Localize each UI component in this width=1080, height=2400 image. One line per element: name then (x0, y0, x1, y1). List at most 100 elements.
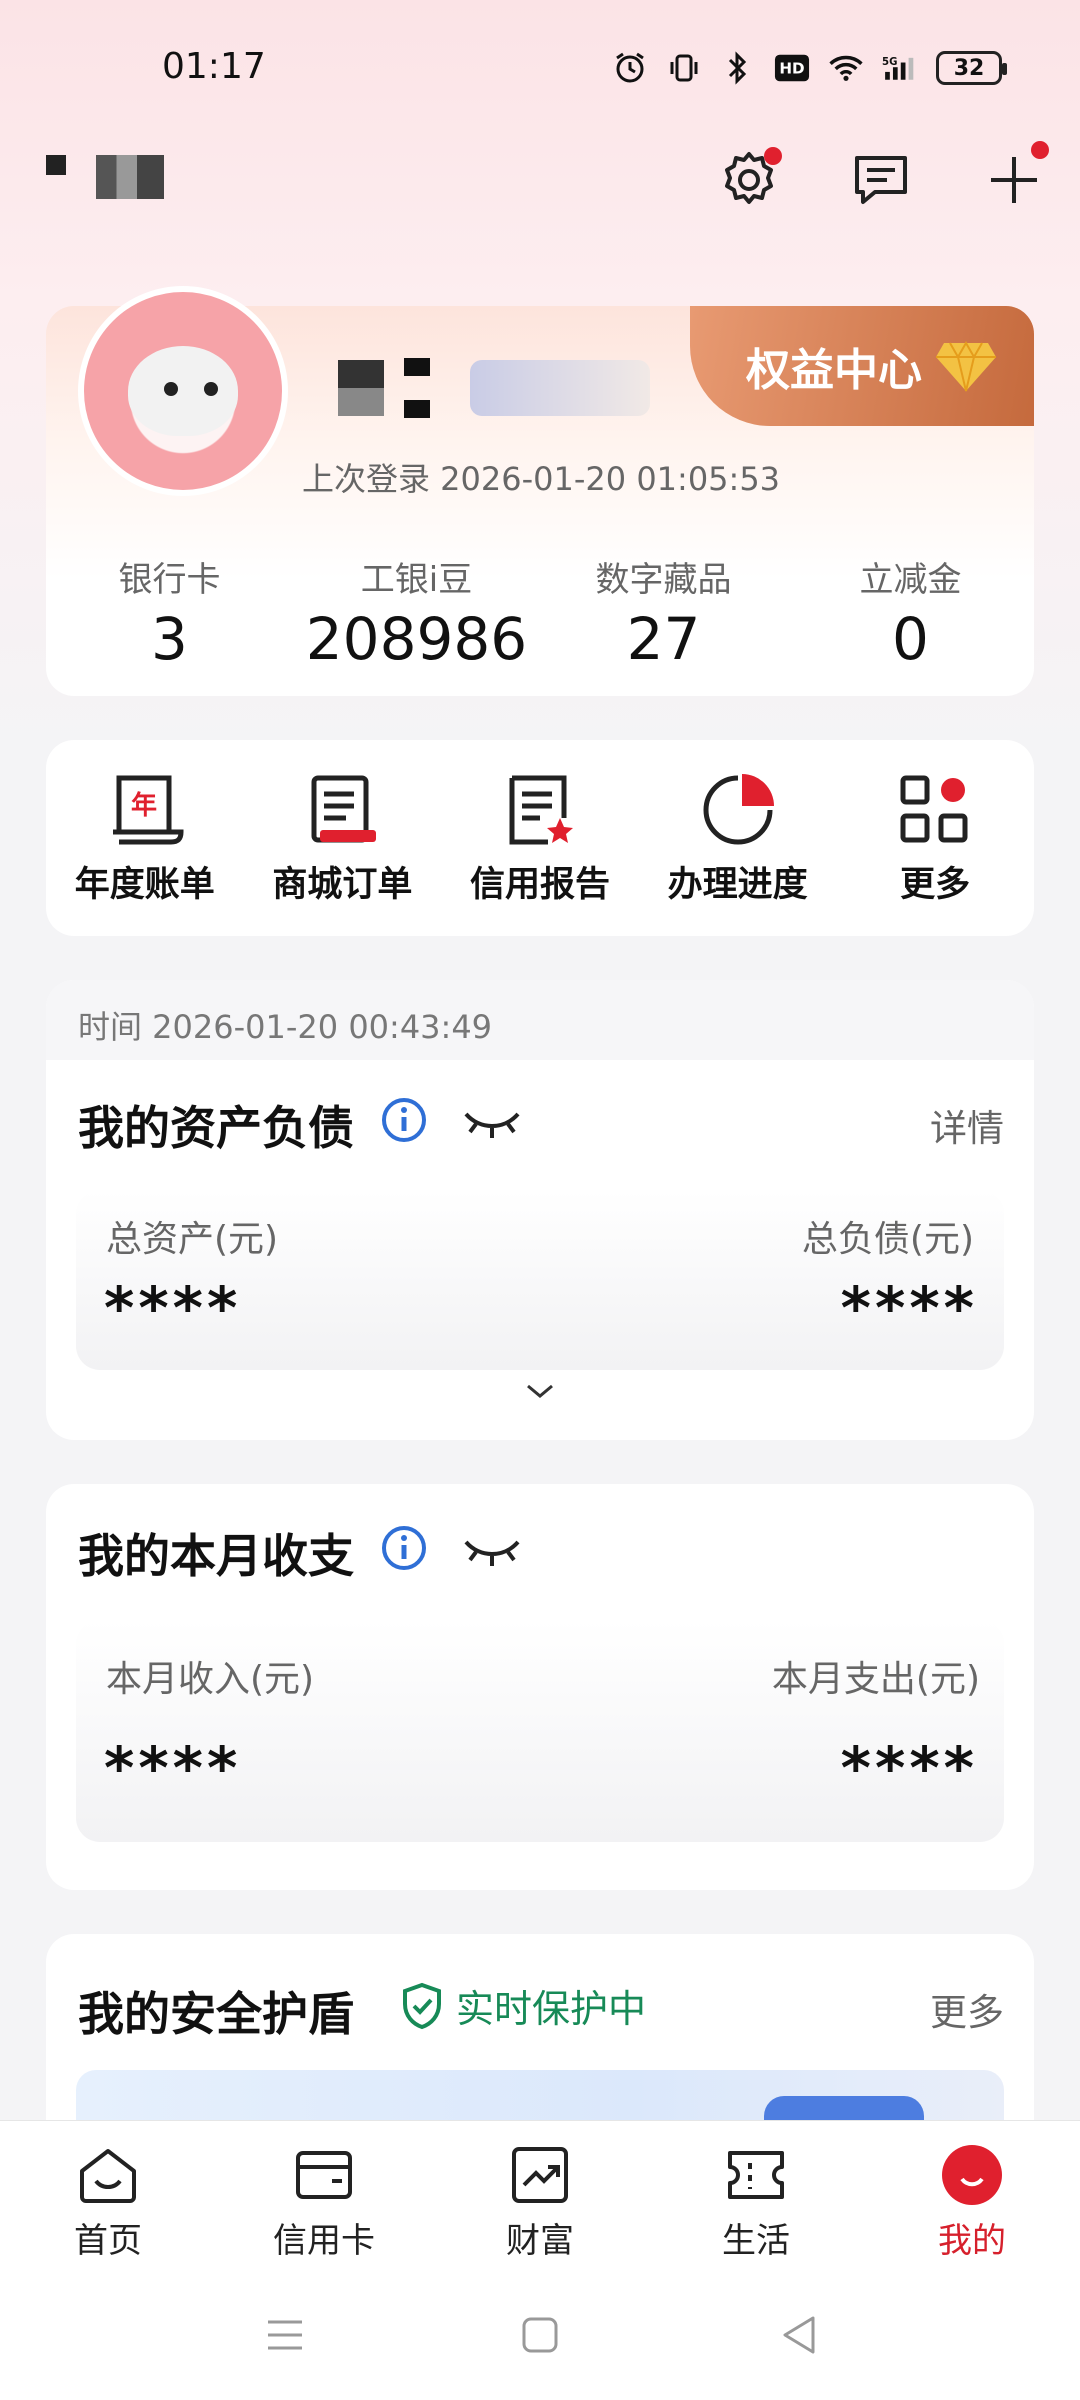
nav-label: 首页 (74, 2221, 142, 2261)
credit-card-icon (296, 2151, 352, 2199)
mask-block (338, 360, 384, 416)
progress-icon (703, 774, 774, 845)
stat-discount[interactable]: 立减金 0 (787, 552, 1034, 673)
stats-row: 银行卡 3 工银i豆 208986 数字藏品 27 立减金 0 (46, 552, 1034, 673)
nav-label: 财富 (506, 2221, 574, 2261)
hd-icon: HD (774, 50, 810, 86)
monthly-card: 我的本月收支 本月收入(元) **** 本月支出(元) **** (46, 1484, 1034, 1890)
stat-label: 工银i豆 (360, 560, 473, 600)
quick-action-label: 更多 (900, 865, 971, 905)
quick-action-mall-order[interactable]: 商城订单 (244, 740, 442, 936)
system-nav-bar (0, 2282, 1080, 2400)
stat-value: 0 (892, 605, 929, 673)
nav-life[interactable]: 生活 (648, 2121, 864, 2282)
quick-action-label: 办理进度 (667, 865, 808, 905)
plus-icon (991, 157, 1037, 203)
status-icons: HD 5G 32 (612, 50, 1007, 86)
more-grid-icon (900, 775, 968, 843)
masked-user-name (46, 155, 164, 199)
add-button[interactable] (979, 141, 1049, 215)
battery-indicator: 32 (936, 51, 1007, 85)
asset-time-bar: 时间 2026-01-20 00:43:49 (46, 980, 1034, 1060)
mask-block (46, 155, 66, 175)
settings-button[interactable] (714, 145, 784, 215)
stat-digital-collections[interactable]: 数字藏品 27 (540, 552, 787, 673)
nav-label: 我的 (938, 2221, 1006, 2261)
stat-points[interactable]: 工银i豆 208986 (293, 552, 540, 673)
nav-credit-card[interactable]: 信用卡 (216, 2121, 432, 2282)
alarm-icon (612, 50, 648, 86)
avatar[interactable] (78, 286, 288, 496)
quick-action-more[interactable]: 更多 (836, 740, 1034, 936)
shield-check-icon (403, 1982, 441, 2029)
svg-text:HD: HD (779, 60, 804, 78)
credit-report-icon (509, 775, 573, 845)
eye-closed-icon[interactable] (462, 1530, 522, 1570)
svg-text:5G: 5G (882, 57, 897, 68)
life-ticket-icon (728, 2151, 784, 2199)
protection-status: 实时保护中 (400, 1978, 646, 2033)
expense-value: **** (840, 1734, 978, 1802)
total-assets-value: **** (104, 1274, 242, 1342)
nav-label: 信用卡 (273, 2221, 375, 2261)
profile-card: 权益中心 上次登录 2026-01-20 01:05:53 银行卡 3 工银i豆… (46, 286, 1034, 696)
home-square-icon[interactable] (515, 2310, 565, 2360)
income-value: **** (104, 1734, 242, 1802)
nav-me[interactable]: 我的 (864, 2121, 1080, 2282)
quick-action-credit-report[interactable]: 信用报告 (441, 740, 639, 936)
back-icon[interactable] (775, 2310, 825, 2360)
masked-account-name (338, 358, 650, 418)
assets-detail-link[interactable]: 详情 (930, 1098, 1004, 1152)
chevron-down-icon[interactable] (510, 1366, 570, 1406)
signal-5g-icon: 5G (882, 50, 918, 86)
asset-update-time: 时间 2026-01-20 00:43:49 (78, 1008, 493, 1046)
quick-action-progress[interactable]: 办理进度 (639, 740, 837, 936)
nav-home[interactable]: 首页 (0, 2121, 216, 2282)
stat-value: 208986 (305, 605, 528, 673)
messages-button[interactable] (846, 145, 916, 215)
message-icon (855, 156, 907, 204)
assets-summary-box: 总资产(元) **** 总负债(元) **** (76, 1190, 1004, 1406)
nav-wealth[interactable]: 财富 (432, 2121, 648, 2282)
total-liabilities-label: 总负债(元) (801, 1219, 974, 1260)
shield-title: 我的安全护盾 (78, 1987, 354, 2041)
notification-dot (1031, 141, 1049, 159)
total-liabilities-value: **** (840, 1274, 978, 1342)
mall-order-icon (311, 775, 377, 843)
header-row (0, 130, 1080, 230)
svg-text:年: 年 (131, 790, 157, 821)
bottom-nav: 首页 信用卡 财富 生活 我的 (0, 2120, 1080, 2282)
quick-action-label: 年度账单 (74, 865, 215, 905)
bluetooth-icon (720, 50, 756, 86)
assets-card: 时间 2026-01-20 00:43:49 我的资产负债 详情 总资产(元) … (46, 980, 1034, 1440)
home-icon (80, 2149, 136, 2203)
last-login-time: 上次登录 2026-01-20 01:05:53 (302, 460, 781, 498)
assets-title: 我的资产负债 (78, 1101, 354, 1155)
avatar-image (128, 346, 238, 436)
stat-bank-cards[interactable]: 银行卡 3 (46, 552, 293, 673)
quick-action-annual-bill[interactable]: 年 年度账单 (46, 740, 244, 936)
rights-center-button[interactable]: 权益中心 (690, 306, 1034, 426)
protection-status-label: 实时保护中 (456, 1987, 647, 2031)
wealth-icon (512, 2147, 568, 2203)
shield-more-link[interactable]: 更多 (930, 1982, 1004, 2036)
info-icon[interactable] (380, 1096, 428, 1144)
info-icon[interactable] (380, 1524, 428, 1572)
quick-action-label: 信用报告 (469, 865, 610, 905)
eye-closed-icon[interactable] (462, 1102, 522, 1142)
rights-center-label: 权益中心 (746, 345, 922, 396)
stat-label: 银行卡 (118, 560, 221, 600)
monthly-title: 我的本月收支 (78, 1529, 354, 1583)
nav-label: 生活 (722, 2221, 790, 2261)
notification-dot (764, 147, 782, 165)
total-assets-label: 总资产(元) (106, 1219, 279, 1260)
level-badge[interactable] (470, 360, 650, 416)
stat-value: 3 (151, 605, 188, 673)
stat-label: 立减金 (859, 560, 962, 600)
menu-icon[interactable] (260, 2310, 310, 2360)
expense-label: 本月支出(元) (771, 1659, 980, 1700)
mask-block (96, 155, 164, 199)
monthly-summary-box: 本月收入(元) **** 本月支出(元) **** (76, 1620, 1004, 1842)
stat-label: 数字藏品 (595, 560, 732, 600)
quick-actions-card: 年 年度账单 商城订单 信用报告 办理进度 更多 (46, 740, 1034, 936)
